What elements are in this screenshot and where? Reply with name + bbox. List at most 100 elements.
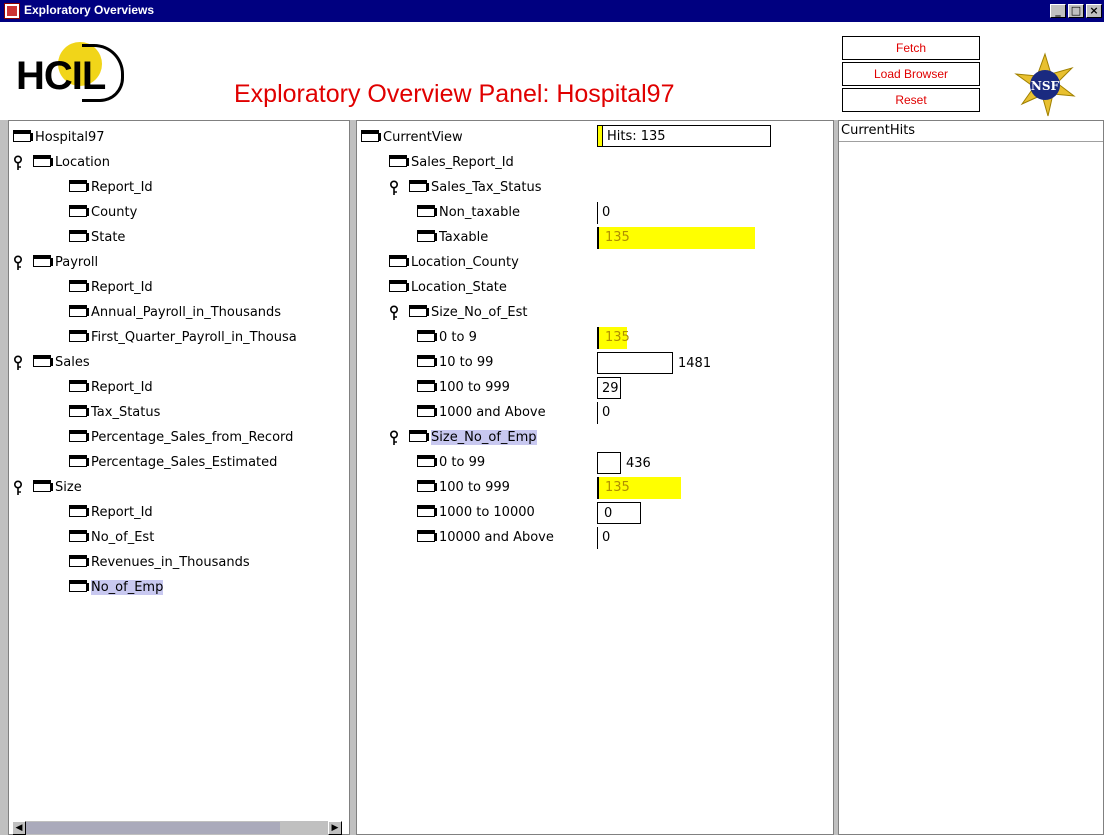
current-view-node[interactable]: 0 to 99 [417,453,485,473]
key-icon[interactable] [13,155,23,171]
attribute-tree-node[interactable]: No_of_Emp [69,578,164,598]
attribute-tree-pane[interactable]: Hospital97 Location Report_Id County State Pa… [8,120,350,835]
attribute-tree-node[interactable]: Report_Id [69,378,153,398]
current-view-node[interactable]: 1000 to 10000 [417,503,535,523]
scroll-right-icon[interactable]: ▶ [328,821,342,835]
current-view-node[interactable]: 100 to 999 [417,478,510,498]
minimize-icon[interactable]: _ [1050,4,1066,18]
attribute-tree-node[interactable]: Size [33,478,82,498]
attribute-tree-node[interactable]: Percentage_Sales_Estimated [69,453,277,473]
current-view-label: 0 to 99 [439,455,486,470]
count-bar[interactable]: 29 [597,377,621,399]
current-view-label: 1000 to 10000 [439,505,535,520]
current-view-node[interactable]: Location_County [389,253,519,273]
current-hits-pane[interactable]: CurrentHits [838,120,1104,835]
count-bar[interactable]: 0 [597,502,641,524]
folder-icon [409,180,429,192]
key-icon[interactable] [389,180,399,196]
attribute-tree-node[interactable]: Annual_Payroll_in_Thousands [69,303,281,323]
scroll-left-icon[interactable]: ◀ [12,821,26,835]
attribute-tree-label: Report_Id [91,180,153,195]
count-bar[interactable]: 0 [597,202,610,224]
key-icon[interactable] [13,480,23,496]
count-label: 29 [602,381,619,396]
key-icon[interactable] [13,355,23,371]
current-view-node[interactable]: CurrentView [361,128,463,148]
current-view-node[interactable]: Sales_Report_Id [389,153,514,173]
window-title: Exploratory Overviews [24,3,155,17]
current-hits-title: CurrentHits [839,121,1103,142]
folder-icon [417,505,437,517]
current-view-node[interactable]: 0 to 9 [417,328,477,348]
attribute-tree-node[interactable]: Report_Id [69,503,153,523]
attribute-tree-node[interactable]: Payroll [33,253,98,273]
count-label: 135 [605,480,630,495]
fetch-button[interactable]: Fetch [842,36,980,60]
current-view-label: 0 to 9 [439,330,477,345]
current-view-node[interactable]: Sales_Tax_Status [409,178,541,198]
count-bar[interactable]: 0 [597,527,610,549]
attribute-tree-label: Percentage_Sales_from_Record [91,430,294,445]
attribute-tree-node[interactable]: County [69,203,137,223]
attribute-tree-node[interactable]: Report_Id [69,178,153,198]
attribute-tree-node[interactable]: Tax_Status [69,403,160,423]
attribute-tree-node[interactable]: Hospital97 [13,128,105,148]
attribute-tree-node[interactable]: Percentage_Sales_from_Record [69,428,293,448]
hits-bar: Hits: 135 [597,125,771,147]
folder-icon [69,455,89,467]
current-view-label: CurrentView [383,130,463,145]
current-view-node[interactable]: 1000 and Above [417,403,546,423]
attribute-tree-node[interactable]: Location [33,153,110,173]
attribute-tree-node[interactable]: First_Quarter_Payroll_in_Thousa [69,328,297,348]
folder-icon [69,205,89,217]
attribute-tree-node[interactable]: State [69,228,125,248]
horizontal-scrollbar[interactable]: ◀ ▶ [12,821,342,835]
current-view-label: Sales_Report_Id [411,155,514,170]
folder-icon [69,305,89,317]
hits-label: Hits: 135 [607,129,666,144]
current-view-pane[interactable]: CurrentView Sales_Report_Id Sales_Tax_Stat… [356,120,834,835]
folder-icon [69,280,89,292]
load-browser-button[interactable]: Load Browser [842,62,980,86]
window-title-bar[interactable]: Exploratory Overviews _ □ × [0,0,1104,22]
attribute-tree-label: Hospital97 [35,130,105,145]
count-bar[interactable]: 436 [597,452,651,474]
close-icon[interactable]: × [1086,4,1102,18]
current-view-node[interactable]: 10 to 99 [417,353,493,373]
maximize-icon[interactable]: □ [1068,4,1084,18]
count-label: 0 [602,405,611,420]
key-icon[interactable] [13,255,23,271]
attribute-tree-node[interactable]: Sales [33,353,90,373]
current-view-node[interactable]: Non_taxable [417,203,520,223]
folder-icon [389,255,409,267]
attribute-tree-label: Annual_Payroll_in_Thousands [91,305,282,320]
scrollbar-thumb[interactable] [26,822,280,834]
attribute-tree-label: Report_Id [91,505,153,520]
reset-button[interactable]: Reset [842,88,980,112]
count-bar[interactable]: 0 [597,402,610,424]
current-view-label: 1000 and Above [439,405,546,420]
folder-icon [417,405,437,417]
key-icon[interactable] [389,430,399,446]
current-view-label: 100 to 999 [439,380,510,395]
current-view-node[interactable]: Size_No_of_Est [409,303,527,323]
attribute-tree-node[interactable]: Revenues_in_Thousands [69,553,250,573]
folder-icon [389,280,409,292]
attribute-tree-node[interactable]: No_of_Est [69,528,154,548]
key-icon[interactable] [389,305,399,321]
count-bar[interactable]: 1481 [597,352,711,374]
count-bar[interactable]: 135 [597,227,755,249]
current-view-node[interactable]: 10000 and Above [417,528,554,548]
current-view-node[interactable]: Taxable [417,228,488,248]
current-view-label: Taxable [439,230,489,245]
count-bar[interactable]: 135 [597,327,630,349]
current-view-node[interactable]: Size_No_of_Emp [409,428,537,448]
attribute-tree-label: Sales [55,355,90,370]
folder-icon [69,555,89,567]
count-bar[interactable]: 135 [597,477,681,499]
current-view-node[interactable]: 100 to 999 [417,378,510,398]
attribute-tree-label: Report_Id [91,380,153,395]
current-view-node[interactable]: Location_State [389,278,507,298]
attribute-tree-node[interactable]: Report_Id [69,278,153,298]
folder-icon [409,305,429,317]
